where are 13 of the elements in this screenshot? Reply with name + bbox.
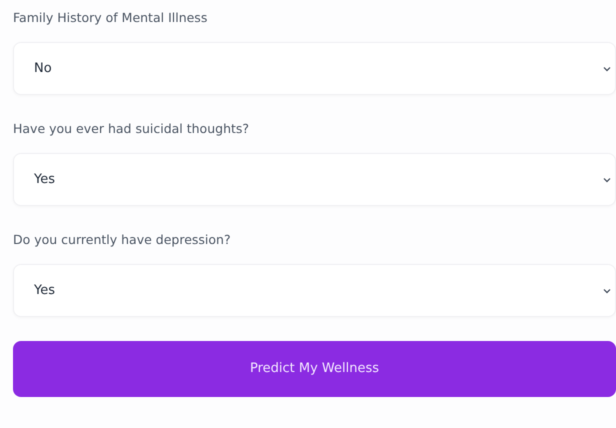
select-field[interactable]: Yes xyxy=(13,264,616,317)
select-field[interactable]: Yes xyxy=(13,153,616,206)
selected-value: Yes xyxy=(34,282,55,300)
predict-button[interactable]: Predict My Wellness xyxy=(13,341,616,397)
selected-value: Yes xyxy=(34,170,55,189)
chevron-down-icon xyxy=(603,176,611,182)
field-label: Do you currently have depression? xyxy=(13,231,231,249)
selected-value: No xyxy=(34,60,52,78)
chevron-down-icon xyxy=(603,66,611,72)
field-label: Family History of Mental Illness xyxy=(13,9,208,27)
field-label: Have you ever had suicidal thoughts? xyxy=(13,120,250,138)
select-field[interactable]: No xyxy=(13,42,616,95)
chevron-down-icon xyxy=(603,288,611,294)
